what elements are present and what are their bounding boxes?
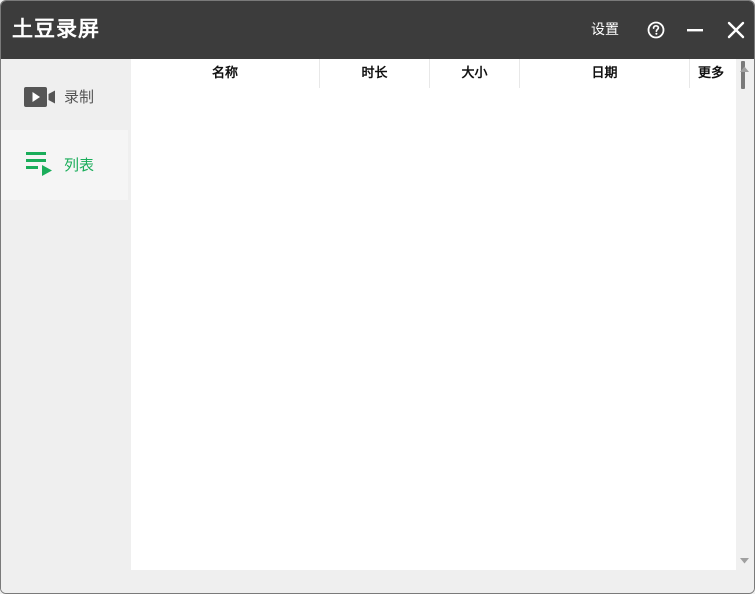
recordings-table: 名称 时长 大小 日期 更多 [131, 59, 736, 570]
sidebar-item-record[interactable]: 录制 [1, 62, 128, 132]
app-window: 土豆录屏 设置 录制 列表 名称 时长 大小 日期 更多 [0, 0, 755, 594]
help-circle-icon [647, 21, 665, 39]
vertical-scrollbar[interactable] [736, 59, 753, 570]
table-header: 名称 时长 大小 日期 更多 [131, 59, 736, 88]
column-header-date[interactable]: 日期 [520, 59, 690, 88]
scroll-up-arrow-icon[interactable] [739, 65, 750, 73]
sidebar-item-list[interactable]: 列表 [1, 130, 128, 200]
column-header-more[interactable]: 更多 [690, 59, 732, 88]
sidebar-item-label: 列表 [64, 156, 95, 174]
minimize-icon [687, 29, 703, 32]
column-header-size[interactable]: 大小 [430, 59, 520, 88]
column-header-duration[interactable]: 时长 [320, 59, 430, 88]
settings-button[interactable]: 设置 [591, 20, 619, 40]
help-button[interactable] [647, 21, 665, 39]
column-header-name[interactable]: 名称 [131, 59, 320, 88]
app-title: 土豆录屏 [12, 16, 100, 41]
sidebar-item-label: 录制 [64, 88, 95, 106]
title-bar[interactable]: 土豆录屏 设置 [1, 1, 754, 59]
footer-area [1, 570, 754, 593]
close-button[interactable] [725, 19, 747, 41]
close-icon [727, 21, 745, 39]
playlist-icon [26, 152, 52, 176]
scroll-down-arrow-icon[interactable] [739, 557, 750, 565]
minimize-button[interactable] [684, 19, 706, 41]
sidebar: 录制 列表 [1, 59, 128, 593]
video-camera-icon [24, 87, 55, 107]
